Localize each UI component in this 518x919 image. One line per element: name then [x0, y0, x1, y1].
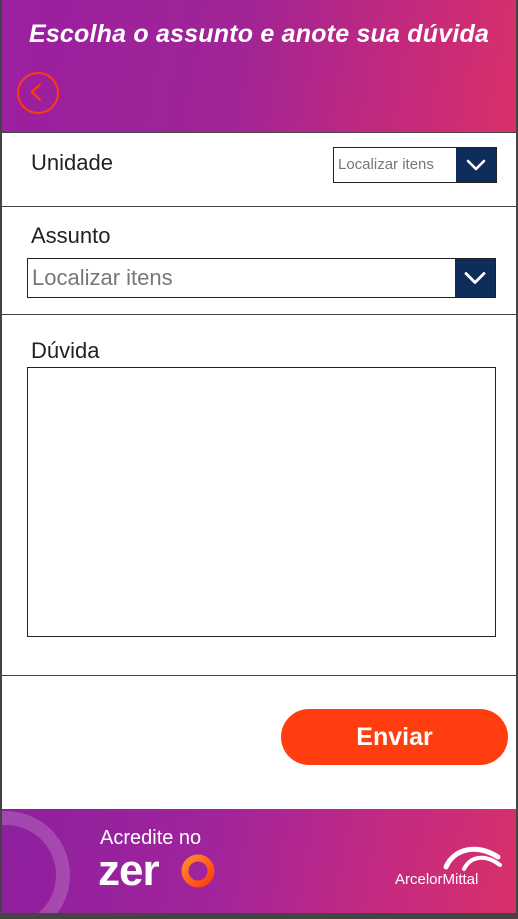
assunto-dropdown[interactable]: Localizar itens [27, 258, 496, 298]
duvida-label: Dúvida [31, 338, 100, 363]
chevron-down-icon[interactable] [456, 148, 496, 182]
header-bar: Escolha o assunto e anote sua dúvida [2, 0, 516, 132]
decorative-ring [2, 811, 70, 913]
arcelormittal-logo-icon [443, 846, 502, 871]
assunto-placeholder: Localizar itens [32, 265, 173, 290]
send-button[interactable]: Enviar [281, 709, 508, 765]
brand-name: ArcelorMittal [395, 871, 479, 888]
unidade-section: Unidade Localizar itens [2, 132, 516, 206]
unidade-label: Unidade [31, 150, 113, 175]
back-button[interactable] [17, 72, 59, 114]
zero-o-logo-icon [181, 854, 215, 888]
app-screen: Escolha o assunto e anote sua dúvida Uni… [0, 0, 518, 919]
unidade-placeholder: Localizar itens [338, 156, 434, 173]
assunto-section: Assunto Localizar itens [2, 206, 516, 314]
page-title: Escolha o assunto e anote sua dúvida [28, 20, 490, 48]
chevron-left-icon [30, 83, 41, 101]
chevron-down-icon[interactable] [455, 259, 495, 297]
slogan-line2: zer [98, 846, 160, 895]
duvida-section: Dúvida [2, 314, 516, 676]
duvida-textarea[interactable] [27, 367, 496, 637]
footer-banner: Acredite no zer ArcelorMittal [2, 809, 516, 913]
unidade-dropdown[interactable]: Localizar itens [333, 147, 497, 183]
bottom-edge [2, 913, 516, 919]
assunto-label: Assunto [31, 223, 111, 248]
